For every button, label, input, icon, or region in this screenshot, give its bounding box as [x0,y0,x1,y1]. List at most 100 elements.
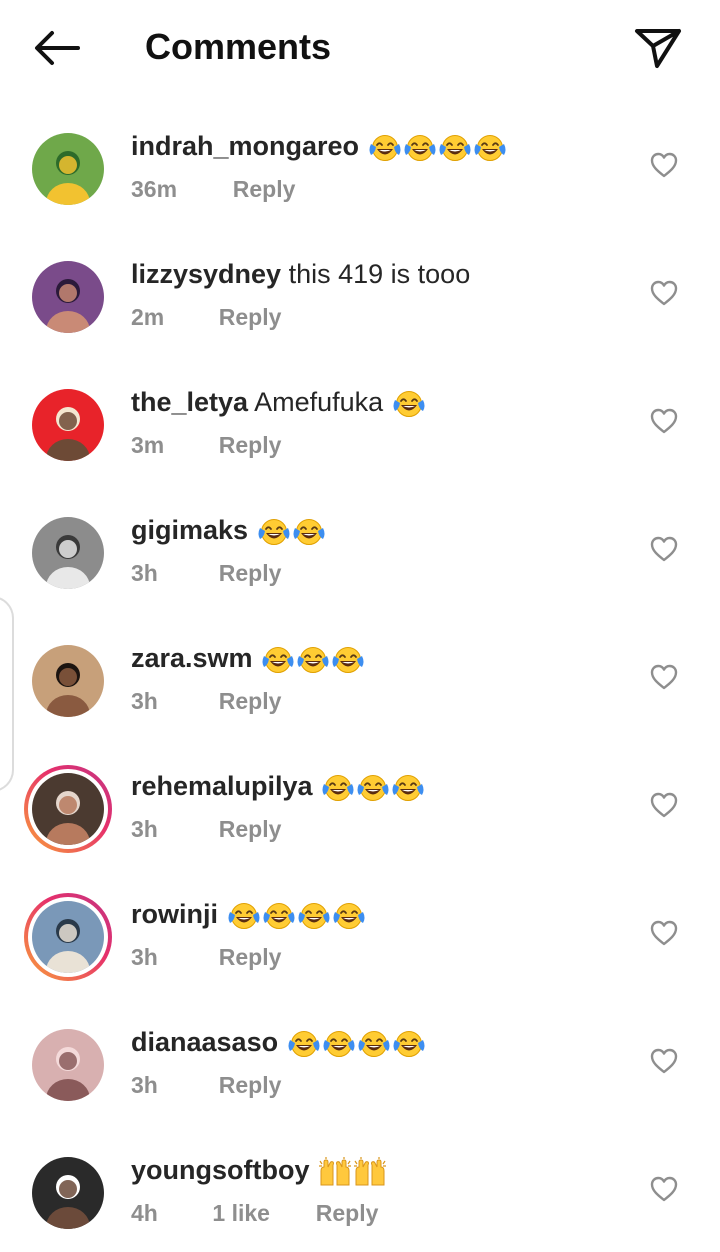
avatar[interactable] [32,517,104,589]
reply-button[interactable]: Reply [219,812,282,846]
comment-emojis [317,1155,387,1186]
comment-meta: 3h Reply [131,1068,281,1102]
avatar-image [32,133,104,205]
heart-outline-icon[interactable] [650,536,678,562]
avatar[interactable] [32,1157,104,1229]
comment-username[interactable]: gigimaks [131,515,248,545]
comment-item: lizzysydney this 419 is tooo 2m Reply [0,228,720,356]
story-ring [28,769,108,849]
face-with-tears-of-joy-emoji [322,774,354,801]
reply-button[interactable]: Reply [219,1068,282,1102]
comment-body: rehemalupilya [131,766,425,806]
avatar-image [32,261,104,333]
send-paper-plane-icon [635,29,681,68]
comment-username[interactable]: rehemalupilya [131,771,313,801]
comment-emojis [391,387,426,417]
face-with-tears-of-joy-emoji [323,1030,355,1057]
avatar-image [32,645,104,717]
comment-timestamp: 2m [131,304,165,330]
face-with-tears-of-joy-emoji [393,390,425,417]
avatar-image [32,1157,104,1229]
comment-text: this 419 is tooo [288,259,471,289]
reply-button[interactable]: Reply [219,556,282,590]
avatar[interactable] [32,133,104,205]
comment-timestamp: 3m [131,432,165,458]
heart-outline-icon[interactable] [650,1176,678,1202]
face-with-tears-of-joy-emoji [288,1030,320,1057]
comment-timestamp: 36m [131,176,178,202]
comment-body: zara.swm [131,638,365,678]
heart-outline-icon[interactable] [650,408,678,434]
heart-outline-icon[interactable] [650,152,678,178]
face-with-tears-of-joy-emoji [369,134,401,161]
reply-button[interactable]: Reply [219,428,282,462]
face-with-tears-of-joy-emoji [228,902,260,929]
heart-outline-icon[interactable] [650,280,678,306]
comment-emojis [256,515,326,545]
comment-emojis [260,643,365,673]
comment-body: the_letya Amefufuka [131,382,426,422]
heart-outline-icon[interactable] [650,792,678,818]
heart-outline-icon[interactable] [650,920,678,946]
raising-hands-emoji [354,1156,386,1186]
comment-body: dianaasaso [131,1022,426,1062]
comment-item: zara.swm 3h Reply [0,612,720,740]
comment-body: rowinji [131,894,366,934]
comment-username[interactable]: the_letya [131,387,248,417]
comment-meta: 36m Reply [131,172,295,206]
comment-username[interactable]: dianaasaso [131,1027,278,1057]
comment-username[interactable]: lizzysydney [131,259,281,289]
comment-body: youngsoftboy [131,1150,387,1190]
face-with-tears-of-joy-emoji [393,1030,425,1057]
heart-outline-icon[interactable] [650,664,678,690]
comment-meta: 3h Reply [131,812,281,846]
comment-item: rowinji 3h Reply [0,868,720,996]
face-with-tears-of-joy-emoji [439,134,471,161]
comment-item: youngsoftboy 4h 1 like Reply [0,1124,720,1252]
face-with-tears-of-joy-emoji [474,134,506,161]
comment-meta: 3h Reply [131,556,281,590]
comment-like-count[interactable]: 1 like [212,1196,309,1230]
comment-timestamp: 3h [131,944,158,970]
raising-hands-emoji [319,1156,351,1186]
comment-emojis [367,131,507,161]
reply-button[interactable]: Reply [219,684,282,718]
comment-username[interactable]: youngsoftboy [131,1155,309,1185]
avatar-image [32,389,104,461]
avatar[interactable] [32,261,104,333]
face-with-tears-of-joy-emoji [392,774,424,801]
heart-outline-icon[interactable] [650,1048,678,1074]
reply-button[interactable]: Reply [219,300,282,334]
avatar[interactable] [32,645,104,717]
comment-meta: 3h Reply [131,684,281,718]
comment-item: indrah_mongareo 36m Reply [0,100,720,228]
avatar[interactable] [32,1029,104,1101]
arrow-left-icon [35,31,80,65]
avatar[interactable] [24,893,112,981]
comment-emojis [320,771,425,801]
avatar-image [32,1029,104,1101]
avatar[interactable] [24,765,112,853]
face-with-tears-of-joy-emoji [258,518,290,545]
share-button[interactable] [632,22,684,74]
comment-emojis [286,1027,426,1057]
comment-meta: 2m Reply [131,300,281,334]
comment-body: lizzysydney this 419 is tooo [131,254,470,294]
comment-meta: 4h 1 like Reply [131,1196,378,1230]
comment-username[interactable]: rowinji [131,899,218,929]
face-with-tears-of-joy-emoji [357,774,389,801]
face-with-tears-of-joy-emoji [298,902,330,929]
comment-username[interactable]: indrah_mongareo [131,131,359,161]
back-button[interactable] [28,24,84,72]
comment-timestamp: 3h [131,816,158,842]
reply-button[interactable]: Reply [219,940,282,974]
comment-list: indrah_mongareo 36m Reply lizzysydney th… [0,100,720,1252]
reply-button[interactable]: Reply [316,1196,379,1230]
reply-button[interactable]: Reply [233,172,296,206]
avatar[interactable] [32,389,104,461]
face-with-tears-of-joy-emoji [297,646,329,673]
comment-timestamp: 3h [131,1072,158,1098]
page-title: Comments [145,26,332,67]
comment-username[interactable]: zara.swm [131,643,253,673]
comment-meta: 3h Reply [131,940,281,974]
